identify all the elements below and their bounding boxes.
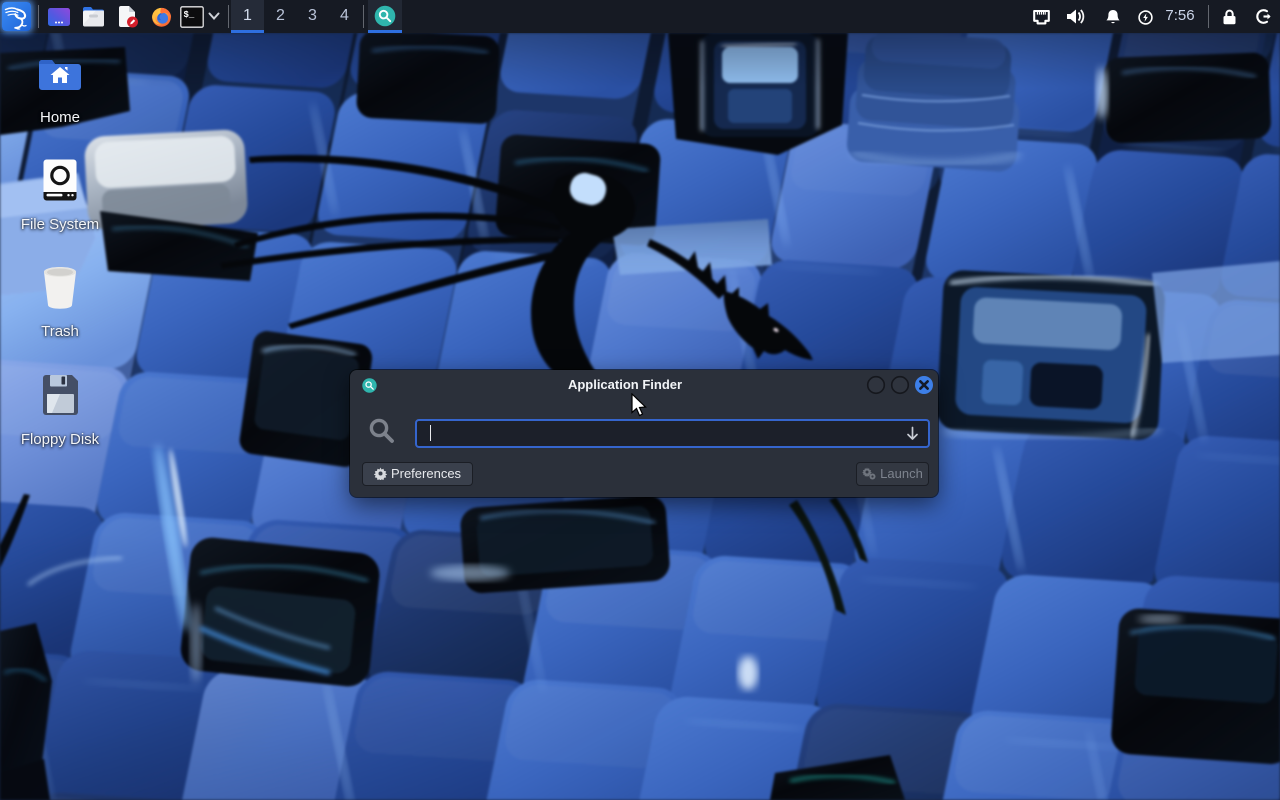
svg-text:$_: $_ [184, 10, 195, 20]
